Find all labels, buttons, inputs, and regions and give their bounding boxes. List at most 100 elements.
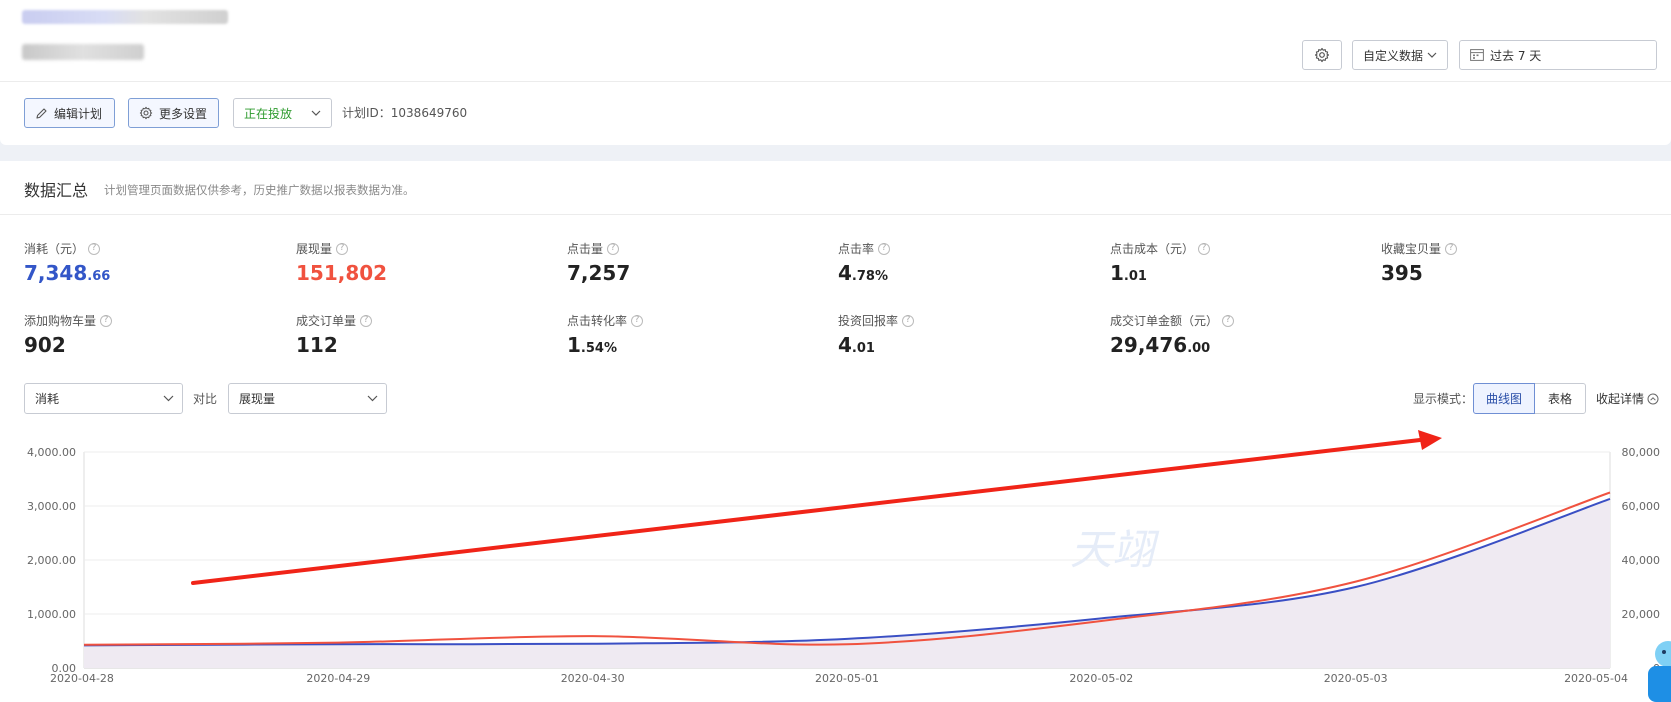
mode-curve-button[interactable]: 曲线图	[1473, 383, 1535, 414]
metric-a-select[interactable]: 消耗	[24, 383, 183, 414]
metric-value: 112	[296, 333, 338, 357]
data-summary-card: 数据汇总 计划管理页面数据仅供参考，历史推广数据以报表数据为准。 消耗（元）? …	[0, 161, 1671, 702]
metric-ctr: 点击率? 4.78%	[838, 240, 891, 285]
metric-label: 收藏宝贝量	[1381, 242, 1442, 256]
metric-value: 29,476	[1110, 333, 1188, 357]
left-axis-ticks: 0.001,000.002,000.003,000.004,000.00	[27, 446, 76, 675]
edit-plan-label: 编辑计划	[54, 106, 103, 121]
metric-value: 151,802	[296, 261, 388, 285]
metric-impressions: 展现量? 151,802	[296, 240, 387, 285]
metric-label: 成交订单金额（元）	[1110, 314, 1219, 328]
right-tick-label: 20,000	[1622, 608, 1661, 621]
header-divider	[0, 81, 1671, 82]
right-tick-label: 40,000	[1622, 554, 1661, 567]
left-tick-label: 1,000.00	[27, 608, 76, 621]
blurred-plan-subtitle	[22, 44, 144, 60]
help-icon[interactable]: ?	[88, 242, 101, 255]
chevron-down-icon	[1427, 52, 1437, 58]
metric-value-decimal: .00	[1187, 341, 1211, 356]
metric-roi: 投资回报率? 4.01	[838, 312, 915, 357]
pencil-icon	[36, 107, 47, 119]
metric-value: 1	[567, 333, 581, 357]
custom-data-dropdown[interactable]: 自定义数据	[1352, 40, 1448, 70]
blurred-plan-name	[22, 10, 228, 24]
help-icon[interactable]: ?	[878, 242, 891, 255]
metric-value-decimal: .54%	[580, 341, 617, 356]
metric-cpc: 点击成本（元）? 1.01	[1110, 240, 1211, 285]
metric-value: 4	[838, 261, 852, 285]
collapse-details-toggle[interactable]: 收起详情	[1596, 390, 1659, 407]
help-icon[interactable]: ?	[607, 242, 620, 255]
help-icon[interactable]: ?	[1198, 242, 1211, 255]
help-icon[interactable]: ?	[631, 314, 644, 327]
metric-value: 7,348	[24, 261, 88, 285]
metric-value-decimal: .78%	[851, 269, 888, 284]
left-tick-label: 2,000.00	[27, 554, 76, 567]
x-tick-label: 2020-05-01	[815, 672, 879, 685]
plan-status-value: 正在投放	[244, 106, 293, 121]
more-settings-label: 更多设置	[159, 106, 208, 121]
collapse-details-label: 收起详情	[1596, 392, 1645, 406]
watermark-text: 天翊	[1070, 525, 1160, 574]
x-tick-label: 2020-04-29	[306, 672, 370, 685]
metric-label: 点击转化率	[567, 314, 628, 328]
metric-label: 点击成本（元）	[1110, 242, 1195, 256]
left-tick-label: 3,000.00	[27, 500, 76, 513]
metric-order-amount: 成交订单金额（元）? 29,476.00	[1110, 312, 1235, 357]
help-icon[interactable]: ?	[902, 314, 915, 327]
metric-clicks: 点击量? 7,257	[567, 240, 630, 285]
mode-table-button[interactable]: 表格	[1534, 383, 1586, 414]
x-tick-label: 2020-05-04	[1564, 672, 1628, 685]
metric-value-decimal: .01	[1123, 269, 1147, 284]
custom-data-label: 自定义数据	[1363, 48, 1424, 63]
settings-button[interactable]	[1302, 40, 1342, 70]
chevron-down-icon	[163, 395, 174, 402]
trend-chart: 0.001,000.002,000.003,000.004,000.00 020…	[27, 430, 1661, 685]
date-range-picker[interactable]: 过去 7 天	[1459, 40, 1657, 70]
metric-cart-adds: 添加购物车量? 902	[24, 312, 113, 357]
metric-a-value: 消耗	[35, 392, 60, 406]
plan-status-select[interactable]: 正在投放	[233, 98, 332, 128]
metric-cost: 消耗（元）? 7,348.66	[24, 240, 110, 285]
x-tick-label: 2020-04-28	[50, 672, 114, 685]
chart-series	[83, 491, 1611, 668]
mascot-helper-icon[interactable]	[1646, 640, 1671, 702]
edit-plan-button[interactable]: 编辑计划	[24, 98, 115, 128]
chevron-down-icon	[311, 110, 321, 116]
metric-value: 4	[838, 333, 852, 357]
help-icon[interactable]: ?	[360, 314, 373, 327]
summary-note: 计划管理页面数据仅供参考，历史推广数据以报表数据为准。	[104, 183, 415, 197]
more-settings-button[interactable]: 更多设置	[128, 98, 219, 128]
x-tick-label: 2020-05-02	[1069, 672, 1133, 685]
metric-value: 7,257	[567, 261, 631, 285]
chevron-up-circle-icon	[1647, 393, 1659, 404]
left-tick-label: 4,000.00	[27, 446, 76, 459]
metric-label: 投资回报率	[838, 314, 899, 328]
metric-conversion-rate: 点击转化率? 1.54%	[567, 312, 644, 357]
metric-label: 点击率	[838, 242, 875, 256]
display-mode-label: 显示模式：	[1413, 392, 1474, 406]
metric-value: 395	[1381, 261, 1423, 285]
right-tick-label: 80,000	[1622, 446, 1661, 459]
compare-label: 对比	[193, 392, 218, 406]
right-tick-label: 60,000	[1622, 500, 1661, 513]
metric-orders: 成交订单量? 112	[296, 312, 373, 357]
metric-label: 添加购物车量	[24, 314, 97, 328]
x-axis-ticks: 2020-04-28 2020-04-29 2020-04-30 2020-05-01…	[50, 672, 1628, 685]
metric-value: 902	[24, 333, 66, 357]
metric-b-select[interactable]: 展现量	[228, 383, 387, 414]
metric-label: 展现量	[296, 242, 333, 256]
help-icon[interactable]: ?	[100, 314, 113, 327]
metric-b-value: 展现量	[239, 392, 276, 406]
summary-title: 数据汇总	[24, 181, 89, 200]
help-icon[interactable]: ?	[1222, 314, 1235, 327]
gear-icon	[139, 106, 153, 120]
metric-value-decimal: .01	[851, 341, 875, 356]
help-icon[interactable]: ?	[336, 242, 349, 255]
metric-value-decimal: .66	[87, 269, 111, 284]
chevron-down-icon	[367, 395, 378, 402]
help-icon[interactable]: ?	[1445, 242, 1458, 255]
metric-value: 1	[1110, 261, 1124, 285]
calendar-icon	[1470, 49, 1484, 61]
metric-label: 成交订单量	[296, 314, 357, 328]
